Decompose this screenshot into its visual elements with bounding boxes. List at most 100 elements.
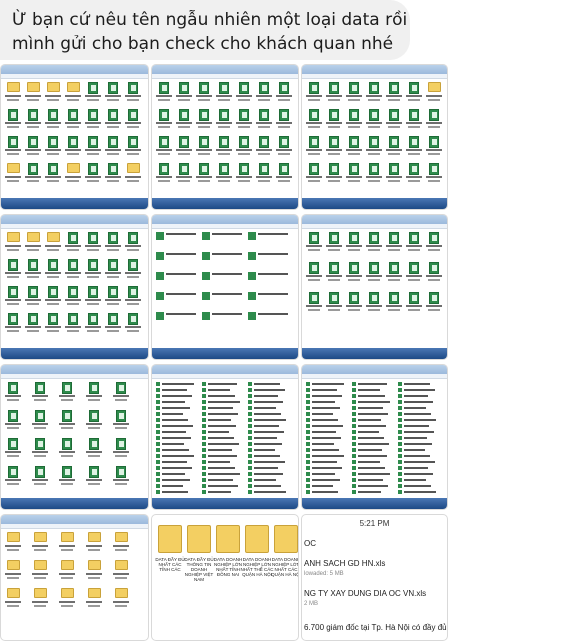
excel-file-icon xyxy=(406,82,422,104)
excel-file-icon xyxy=(5,438,21,460)
excel-file-icon xyxy=(125,286,141,308)
excel-file-icon xyxy=(216,163,232,185)
excel-file-icon xyxy=(85,136,101,158)
excel-file-icon xyxy=(326,262,342,284)
excel-file-icon xyxy=(125,82,141,104)
folder-icon xyxy=(113,560,129,582)
excel-file-icon xyxy=(5,313,21,335)
excel-file-icon xyxy=(5,136,21,158)
excel-file-icon xyxy=(426,262,442,284)
window-toolbar xyxy=(302,74,447,79)
folder-icon xyxy=(25,82,41,104)
excel-file-icon xyxy=(346,232,362,254)
taskbar xyxy=(302,498,447,509)
screenshot-thumbnail-7[interactable] xyxy=(0,364,149,510)
folder-icon xyxy=(5,560,21,582)
excel-file-icon xyxy=(85,232,101,254)
excel-file-icon xyxy=(125,313,141,335)
mobile-file-name[interactable]: NG TY XAY DUNG DIA OC VN.xls xyxy=(304,589,426,598)
excel-file-icon xyxy=(426,109,442,131)
file-list-view xyxy=(306,382,443,496)
excel-file-icon xyxy=(45,286,61,308)
screenshot-thumbnail-1[interactable] xyxy=(0,64,149,210)
mobile-file-name[interactable]: 6.700 giám đốc tại Tp. Hà Nội có đầy đủ … xyxy=(304,623,447,632)
folder-icon xyxy=(5,232,21,254)
excel-file-icon xyxy=(346,109,362,131)
screenshot-thumbnail-10[interactable] xyxy=(0,514,149,641)
excel-file-icon xyxy=(25,286,41,308)
excel-file-icon xyxy=(216,136,232,158)
window-toolbar xyxy=(302,224,447,229)
folder-icon xyxy=(125,163,141,185)
mobile-file-size: lowaded: 5 MB xyxy=(304,571,344,577)
folder-icon xyxy=(86,532,102,554)
excel-file-icon xyxy=(86,382,102,404)
excel-file-icon xyxy=(105,109,121,131)
excel-file-icon xyxy=(59,438,75,460)
excel-file-icon xyxy=(32,382,48,404)
excel-file-icon xyxy=(196,163,212,185)
excel-file-icon xyxy=(125,109,141,131)
excel-file-icon xyxy=(326,163,342,185)
screenshot-thumbnail-5[interactable] xyxy=(151,214,299,360)
screenshot-thumbnail-2[interactable] xyxy=(151,64,299,210)
window-titlebar xyxy=(302,215,447,224)
window-toolbar xyxy=(1,224,148,229)
excel-file-icon xyxy=(59,382,75,404)
folder-icon xyxy=(5,82,21,104)
mobile-file-name[interactable]: ANH SACH GD HN.xls xyxy=(304,559,385,568)
screenshot-thumbnail-11[interactable]: DATA ĐẦY ĐỦ NHẤT CÁC TỈNH CÁC DATA ĐẦY ĐỦ… xyxy=(151,514,299,641)
excel-file-icon xyxy=(32,466,48,488)
excel-file-icon xyxy=(105,259,121,281)
excel-file-icon xyxy=(156,109,172,131)
folder-icon xyxy=(426,82,442,104)
excel-file-icon xyxy=(113,382,129,404)
screenshot-thumbnail-8[interactable] xyxy=(151,364,299,510)
folder-icon xyxy=(86,560,102,582)
taskbar xyxy=(152,348,298,359)
screenshot-thumbnail-3[interactable] xyxy=(301,64,448,210)
screenshot-thumbnail-9[interactable] xyxy=(301,364,448,510)
excel-file-icon xyxy=(5,466,21,488)
excel-file-icon xyxy=(306,163,322,185)
excel-file-icon xyxy=(5,382,21,404)
folder-icon xyxy=(187,525,211,553)
screenshot-thumbnail-6[interactable] xyxy=(301,214,448,360)
window-titlebar xyxy=(1,515,148,524)
folder-icon xyxy=(25,232,41,254)
excel-file-icon xyxy=(85,286,101,308)
excel-file-icon xyxy=(156,82,172,104)
excel-file-icon xyxy=(125,232,141,254)
excel-file-icon xyxy=(236,109,252,131)
folder-icon xyxy=(65,163,81,185)
excel-file-icon xyxy=(326,82,342,104)
excel-file-icon xyxy=(366,232,382,254)
excel-file-icon xyxy=(366,163,382,185)
excel-file-icon xyxy=(346,262,362,284)
window-toolbar xyxy=(152,224,298,229)
folder-icon xyxy=(245,525,269,553)
folder-icon xyxy=(86,588,102,610)
excel-file-icon xyxy=(256,136,272,158)
excel-file-icon xyxy=(256,109,272,131)
excel-file-icon xyxy=(85,163,101,185)
screenshot-thumbnail-4[interactable] xyxy=(0,214,149,360)
folder-icon xyxy=(274,525,298,553)
excel-file-icon xyxy=(236,136,252,158)
excel-file-icon xyxy=(196,109,212,131)
window-titlebar xyxy=(302,65,447,74)
window-titlebar xyxy=(302,365,447,374)
excel-file-icon xyxy=(5,259,21,281)
screenshot-thumbnail-12[interactable]: 5:21 PM OC ANH SACH GD HN.xls lowaded: 5… xyxy=(301,514,448,641)
excel-file-icon xyxy=(256,82,272,104)
excel-file-icon xyxy=(59,466,75,488)
excel-file-icon xyxy=(386,292,402,314)
excel-file-icon xyxy=(125,136,141,158)
excel-file-icon xyxy=(113,466,129,488)
excel-file-icon xyxy=(276,136,292,158)
excel-file-icon xyxy=(406,136,422,158)
excel-file-icon xyxy=(86,466,102,488)
excel-file-icon xyxy=(105,136,121,158)
file-list-view xyxy=(156,382,294,496)
excel-file-icon xyxy=(156,136,172,158)
